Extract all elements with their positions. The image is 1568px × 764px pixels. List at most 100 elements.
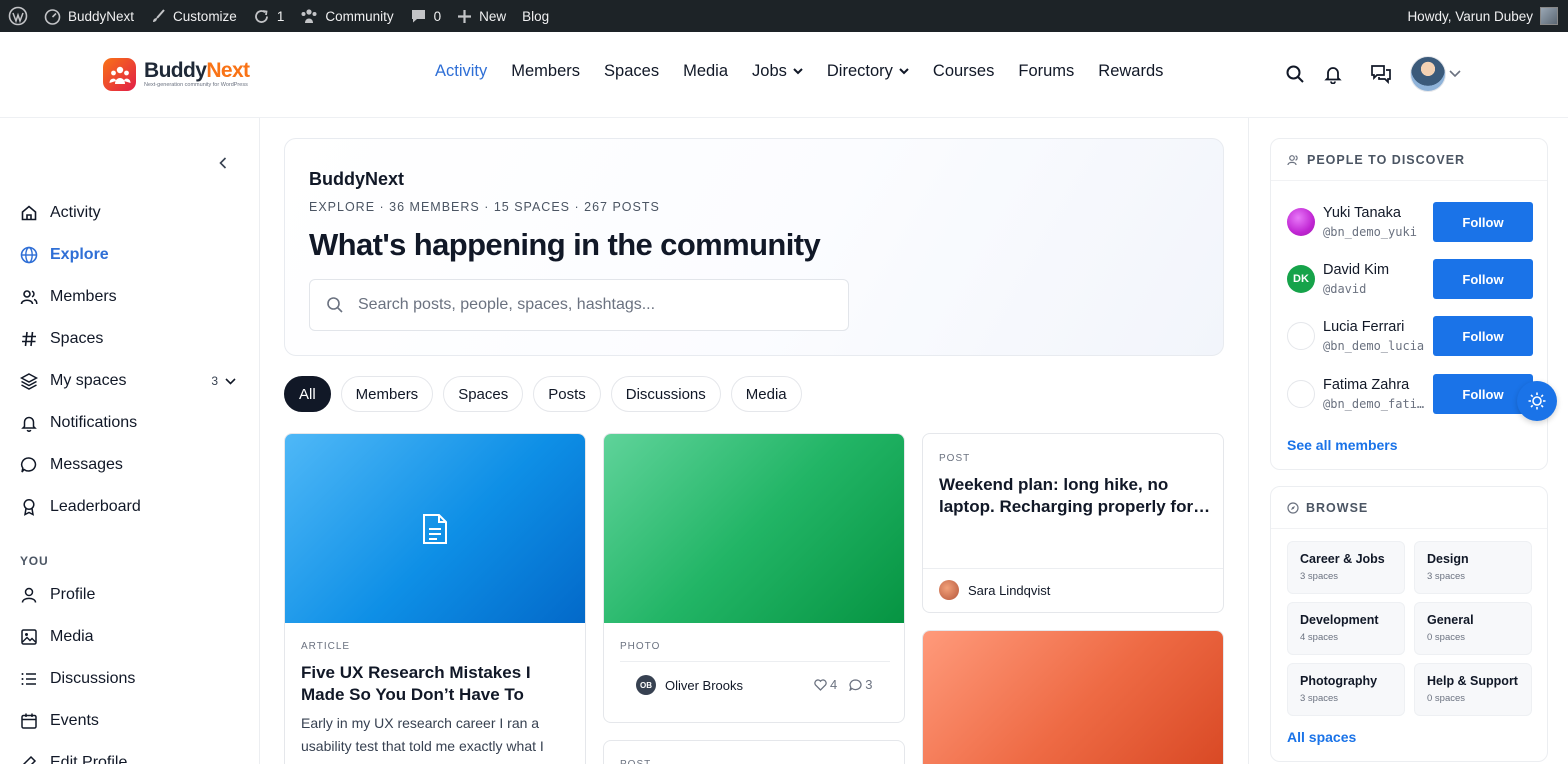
chevron-down-icon[interactable] xyxy=(1448,62,1462,86)
wordpress-logo-icon[interactable] xyxy=(0,0,36,32)
browse-tile-photography[interactable]: Photography 3 spaces xyxy=(1287,663,1405,716)
browse-tile-help-support[interactable]: Help & Support 0 spaces xyxy=(1414,663,1532,716)
filter-posts[interactable]: Posts xyxy=(533,376,601,412)
bell-icon[interactable] xyxy=(1321,62,1345,86)
admin-comments-link[interactable]: 0 xyxy=(402,0,450,32)
admin-updates-link[interactable]: 1 xyxy=(245,0,293,32)
nav-members[interactable]: Members xyxy=(511,62,580,81)
user-avatar[interactable] xyxy=(1410,56,1446,92)
nav-courses[interactable]: Courses xyxy=(933,62,994,81)
sidebar-item-label: Spaces xyxy=(50,330,104,347)
follow-button[interactable]: Follow xyxy=(1433,202,1533,242)
admin-blog-label: Blog xyxy=(522,8,550,24)
people-heading-label: PEOPLE TO DISCOVER xyxy=(1307,152,1466,167)
sidebar-item-label: Messages xyxy=(50,456,123,473)
nav-activity[interactable]: Activity xyxy=(435,62,487,81)
filter-media[interactable]: Media xyxy=(730,376,802,412)
browse-tile-name: General xyxy=(1427,613,1474,627)
sidebar-item-events[interactable]: Events xyxy=(20,700,240,742)
sidebar-item-notifications[interactable]: Notifications xyxy=(20,402,240,444)
panel-heading: PEOPLE TO DISCOVER xyxy=(1271,139,1547,181)
person-avatar[interactable] xyxy=(1287,380,1315,408)
card-title[interactable]: Weekend plan: long hike, no laptop. Rech… xyxy=(939,474,1215,518)
browse-heading-label: BROWSE xyxy=(1306,500,1369,515)
admin-site-link[interactable]: BuddyNext xyxy=(36,0,142,32)
card-title[interactable]: Five UX Research Mistakes I Made So You … xyxy=(301,662,577,706)
site-header: BuddyNext Next-generation community for … xyxy=(0,32,1568,118)
filter-members[interactable]: Members xyxy=(340,376,434,412)
admin-account-menu[interactable]: Howdy, Varun Dubey xyxy=(1399,0,1568,32)
sidebar-item-activity[interactable]: Activity xyxy=(20,192,240,234)
browse-tile-general[interactable]: General 0 spaces xyxy=(1414,602,1532,655)
admin-blog-link[interactable]: Blog xyxy=(514,0,557,32)
card-author[interactable]: Sara Lindqvist xyxy=(939,580,1050,600)
wp-admin-bar: BuddyNext Customize 1 Community 0 New Bl… xyxy=(0,0,1568,32)
collapse-sidebar-button[interactable] xyxy=(214,154,232,172)
nav-forums[interactable]: Forums xyxy=(1018,62,1074,81)
filter-discussions[interactable]: Discussions xyxy=(610,376,721,412)
comment-count[interactable]: 3 xyxy=(849,677,872,692)
sidebar-item-spaces[interactable]: Spaces xyxy=(20,318,240,360)
follow-button[interactable]: Follow xyxy=(1433,316,1533,356)
search-icon[interactable] xyxy=(1283,62,1307,86)
sidebar-item-profile[interactable]: Profile xyxy=(20,574,240,616)
search-input[interactable] xyxy=(358,296,818,314)
nav-directory[interactable]: Directory xyxy=(827,62,909,81)
filter-all[interactable]: All xyxy=(284,376,331,412)
browse-tile-career-jobs[interactable]: Career & Jobs 3 spaces xyxy=(1287,541,1405,594)
sidebar-item-explore[interactable]: Explore xyxy=(20,234,240,276)
nav-jobs[interactable]: Jobs xyxy=(752,62,803,81)
person-handle: @bn_demo_fatima xyxy=(1323,397,1429,411)
comment-count-value: 3 xyxy=(865,677,873,692)
site-logo[interactable]: BuddyNext Next-generation community for … xyxy=(103,58,250,91)
all-spaces-link[interactable]: All spaces xyxy=(1287,729,1356,745)
person-avatar[interactable] xyxy=(1287,322,1315,350)
admin-customize-link[interactable]: Customize xyxy=(142,0,245,32)
person-avatar[interactable]: DK xyxy=(1287,265,1315,293)
person-name[interactable]: Fatima Zahra xyxy=(1323,377,1429,393)
person-name[interactable]: Yuki Tanaka xyxy=(1323,205,1429,221)
browse-tile-count: 3 spaces xyxy=(1427,571,1466,582)
theme-toggle-button[interactable] xyxy=(1517,381,1557,421)
like-count[interactable]: 4 xyxy=(814,677,837,692)
nav-spaces[interactable]: Spaces xyxy=(604,62,659,81)
person-name[interactable]: David Kim xyxy=(1323,262,1429,278)
person-info: David Kim @david xyxy=(1323,262,1429,296)
nav-media-label: Media xyxy=(683,62,729,80)
admin-community-link[interactable]: Community xyxy=(292,0,401,32)
card-author[interactable]: OB Oliver Brooks xyxy=(636,675,743,695)
feed-card-media[interactable] xyxy=(922,630,1224,764)
nav-rewards[interactable]: Rewards xyxy=(1098,62,1163,81)
person-name[interactable]: Lucia Ferrari xyxy=(1323,319,1429,335)
browse-tile-development[interactable]: Development 4 spaces xyxy=(1287,602,1405,655)
chevron-down-icon[interactable] xyxy=(225,377,236,385)
feed-card-photo[interactable]: PHOTO OB Oliver Brooks 4 3 xyxy=(603,433,905,723)
sidebar-item-discussions[interactable]: Discussions xyxy=(20,658,240,700)
search-box[interactable] xyxy=(309,279,849,331)
feed-card-post[interactable]: POST Weekend plan: long hike, no laptop.… xyxy=(922,433,1224,613)
author-name: Sara Lindqvist xyxy=(968,582,1051,598)
browse-tile-design[interactable]: Design 3 spaces xyxy=(1414,541,1532,594)
person-info: Lucia Ferrari @bn_demo_lucia xyxy=(1323,319,1429,353)
sidebar-item-leaderboard[interactable]: Leaderboard xyxy=(20,486,240,528)
see-all-members-link[interactable]: See all members xyxy=(1287,437,1398,453)
admin-new-link[interactable]: New xyxy=(449,0,514,32)
sidebar-item-media[interactable]: Media xyxy=(20,616,240,658)
admin-new-label: New xyxy=(479,8,507,24)
sidebar-item-edit-profile[interactable]: Edit Profile xyxy=(20,742,240,764)
nav-media[interactable]: Media xyxy=(683,62,728,81)
sidebar-item-members[interactable]: Members xyxy=(20,276,240,318)
nav-courses-label: Courses xyxy=(932,62,995,80)
sidebar-item-messages[interactable]: Messages xyxy=(20,444,240,486)
comment-icon xyxy=(411,10,425,23)
messages-icon[interactable] xyxy=(1369,62,1393,86)
home-icon xyxy=(20,204,38,222)
sidebar-item-label: Members xyxy=(50,288,117,305)
admin-avatar xyxy=(1540,7,1558,25)
sidebar-item-my-spaces[interactable]: My spaces 3 xyxy=(20,360,240,402)
feed-card-article[interactable]: ARTICLE Five UX Research Mistakes I Made… xyxy=(284,433,586,764)
filter-spaces[interactable]: Spaces xyxy=(443,376,524,412)
follow-button[interactable]: Follow xyxy=(1433,259,1533,299)
feed-card-post-2[interactable]: POST xyxy=(603,740,905,764)
person-avatar[interactable] xyxy=(1287,208,1315,236)
